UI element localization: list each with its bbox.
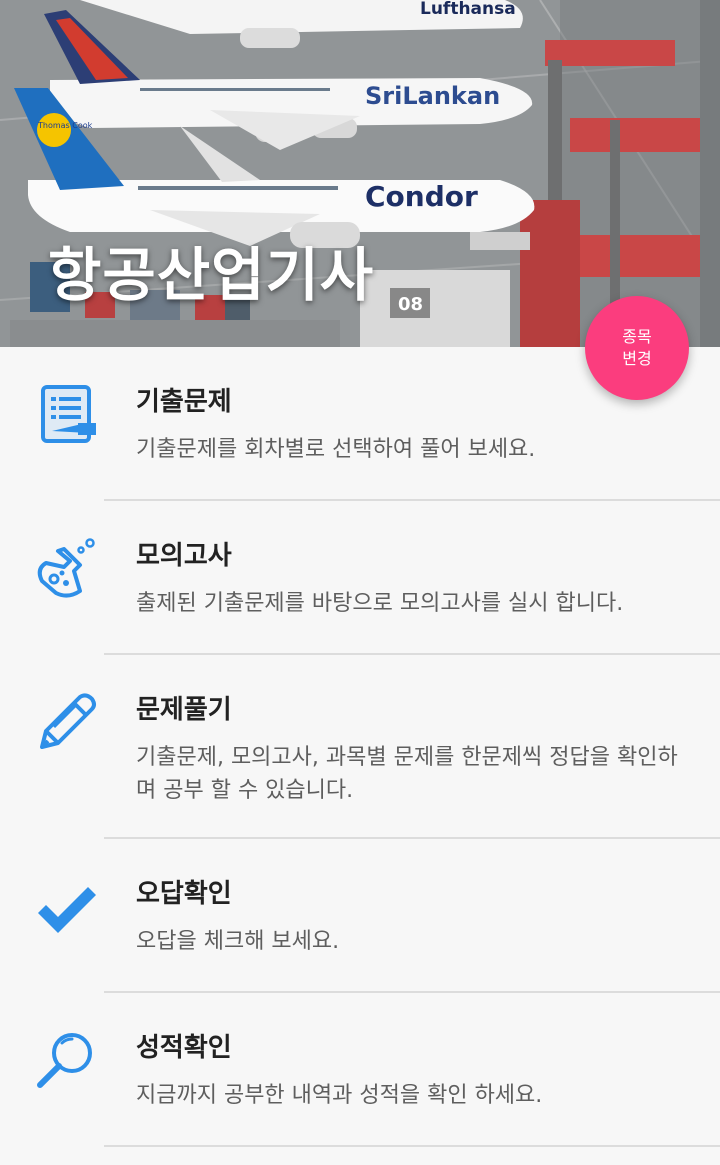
header-banner: 08 Lufthansa SriLankan Thomas Cook Condo… (0, 0, 720, 347)
change-subject-label-line1: 종목 (622, 327, 652, 346)
menu-item-description: 오답을 체크해 보세요. (136, 929, 340, 954)
notebook-list-icon (41, 385, 96, 443)
change-subject-label-line2: 변경 (622, 349, 652, 368)
pencil-icon (40, 693, 96, 749)
menu-item-solve-problems[interactable]: 문제풀기 기출문제, 모의고사, 과목별 문제를 한문제씩 정답을 확인하며 공… (0, 655, 720, 839)
menu-item-title: 모의고사 (136, 541, 232, 571)
svg-text:SriLankan: SriLankan (365, 82, 500, 110)
menu-item-title: 기출문제 (136, 387, 232, 417)
menu-item-description: 지금까지 공부한 내역과 성적을 확인 하세요. (136, 1083, 543, 1108)
menu-item-check-grades[interactable]: 성적확인 지금까지 공부한 내역과 성적을 확인 하세요. (0, 993, 720, 1147)
svg-text:08: 08 (398, 294, 423, 315)
menu-item-title: 문제풀기 (136, 695, 232, 725)
svg-text:Lufthansa: Lufthansa (420, 0, 516, 19)
checkmark-icon (38, 887, 96, 933)
menu-item-wrong-answers[interactable]: 오답확인 오답을 체크해 보세요. (0, 839, 720, 993)
page-title: 항공산업기사 (48, 241, 375, 309)
menu-item-mock-exam[interactable]: 모의고사 출제된 기출문제를 바탕으로 모의고사를 실시 합니다. (0, 501, 720, 655)
change-subject-button[interactable]: 종목 변경 (585, 296, 689, 400)
menu-item-description: 출제된 기출문제를 바탕으로 모의고사를 실시 합니다. (136, 591, 624, 616)
divider (104, 1145, 720, 1147)
menu-item-description: 기출문제, 모의고사, 과목별 문제를 한문제씩 정답을 확인하며 공부 할 수… (136, 745, 678, 803)
menu-list: 기출문제 기출문제를 회차별로 선택하여 풀어 보세요. 모의고사 출제된 기출… (0, 347, 720, 1147)
svg-text:Condor: Condor (365, 180, 478, 213)
menu-item-title: 오답확인 (136, 879, 232, 909)
magnifier-icon (37, 1033, 92, 1088)
flask-icon (37, 538, 95, 598)
svg-text:Thomas Cook: Thomas Cook (37, 121, 93, 130)
menu-item-title: 성적확인 (136, 1033, 232, 1063)
menu-item-description: 기출문제를 회차별로 선택하여 풀어 보세요. (136, 437, 536, 462)
